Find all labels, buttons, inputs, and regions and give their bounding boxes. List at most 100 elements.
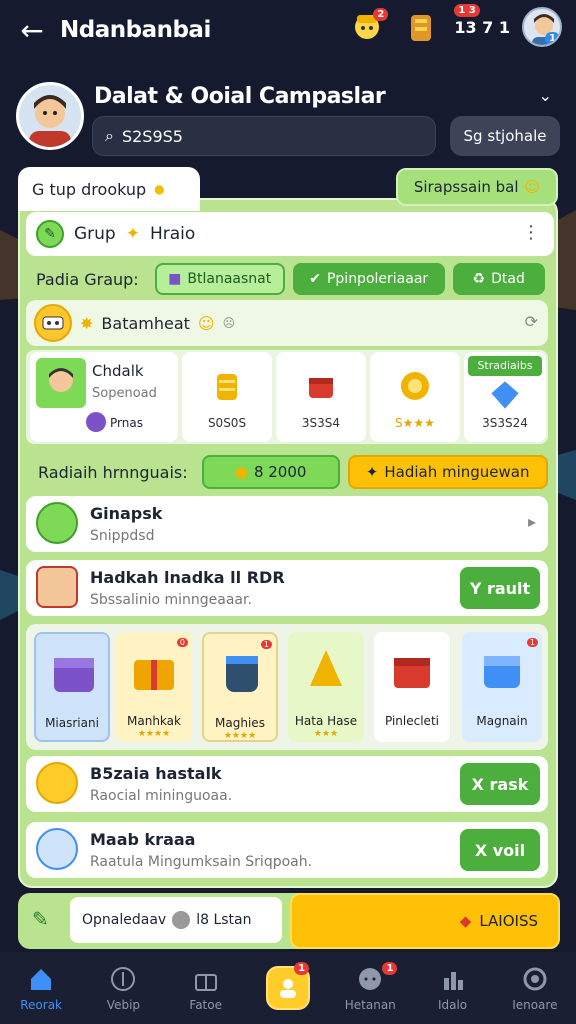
product-card-5[interactable]: Stradiaibs 3S3S24 <box>464 352 546 442</box>
nav-label: Hetanan <box>344 998 396 1012</box>
product-tag: Prnas <box>110 416 143 430</box>
item-subtitle: Snippdsd <box>90 528 155 544</box>
chevron-down-icon[interactable]: ⌄ <box>539 86 552 105</box>
play-icon[interactable]: ▸ <box>528 512 536 531</box>
nav-item-center[interactable]: 1 <box>247 952 329 1024</box>
nav-item-chat[interactable]: 1 Hetanan <box>329 952 411 1024</box>
list-item[interactable]: Ginapsk Snippdsd ▸ <box>26 496 548 552</box>
nav-item-explore[interactable]: Vebip <box>82 952 164 1024</box>
gift-badge: 1 <box>526 638 538 647</box>
search-value: S2S9S5 <box>121 126 183 146</box>
product-badge: Stradiaibs <box>468 356 542 376</box>
product-value: 3S3S24 <box>482 416 528 430</box>
refresh-icon: ♻ <box>472 271 486 287</box>
gift-card[interactable]: Pinlecleti <box>374 632 450 742</box>
pencil-icon[interactable]: ✎ <box>32 907 49 931</box>
gift-card[interactable]: Hata Hase ★★★ <box>288 632 364 742</box>
search-button[interactable]: Sg stjohale <box>450 116 560 156</box>
gift-icon: ✦ <box>365 463 379 481</box>
coin-icon: ● <box>234 463 248 481</box>
chart-icon <box>438 964 468 994</box>
reward-amount-value: 8 2000 <box>253 463 307 481</box>
nav-badge: 1 <box>294 962 310 975</box>
item-action-button[interactable]: X rask <box>460 763 540 805</box>
product-card-3[interactable]: 3S3S4 <box>276 352 366 442</box>
coin-stack-icon[interactable] <box>400 6 442 48</box>
mascot-badge: 2 <box>373 8 389 21</box>
sparkle-icon: ✸ <box>80 313 94 333</box>
more-options-icon[interactable]: ⋮ <box>522 222 540 243</box>
campaign-header: Dalat & Ooial Campaslar ⌄ ⌕ S2S9S5 Sg st… <box>16 78 562 162</box>
reward-row: Radiaih hrnnguais: ● 8 2000 ✦ Hadiah min… <box>26 452 548 492</box>
gift-icon <box>191 964 221 994</box>
avatar-small-icon <box>172 911 191 929</box>
tab-sponsor[interactable]: Sirapssain bal ☺ <box>396 168 558 206</box>
coin-count-value: 13 7 1 <box>454 17 510 37</box>
gift-card[interactable]: 1 Magnain <box>462 632 542 742</box>
gift-card[interactable]: 0 Manhkak ★★★★ <box>116 632 192 742</box>
campaign-icon <box>34 304 72 342</box>
nav-item-home[interactable]: Reorak <box>0 952 82 1024</box>
reward-amount: ● 8 2000 <box>201 455 340 489</box>
tag-icon: ■ <box>168 271 182 287</box>
gift-strip: Miasriani 0 Manhkak ★★★★ 1 Maghies ★★★★ … <box>26 624 548 750</box>
gift-label: Hata Hase <box>294 714 358 728</box>
share-icon[interactable]: ⟳ <box>525 312 538 331</box>
product-card-2[interactable]: S0S0S <box>182 352 272 442</box>
settings-icon <box>520 964 550 994</box>
leaf-icon: ✎ <box>36 220 64 248</box>
nav-item-gifts[interactable]: Fatoe <box>165 952 247 1024</box>
group-label2: Hraio <box>149 224 196 244</box>
nav-item-settings[interactable]: Ienoare <box>494 952 576 1024</box>
item-title: Ginapsk <box>90 504 163 523</box>
product-value: S0S0S <box>207 416 247 430</box>
user-avatar[interactable] <box>16 82 84 150</box>
gift-label: Miasriani <box>45 716 99 730</box>
campaign-row[interactable]: ✸ Batamheat ☺ ☹ ⟳ <box>26 300 548 346</box>
nav-item-stats[interactable]: Idalo <box>411 952 493 1024</box>
list-item[interactable]: B5zaia hastalk Raocial mininguoaa. X ras… <box>26 756 548 812</box>
product-value: 3S3S4 <box>301 416 341 430</box>
smile-icon-2: ☺ <box>197 313 215 333</box>
mini-avatars-icon <box>86 412 106 432</box>
item-action-button[interactable]: X voil <box>460 829 540 871</box>
top-bar: ← Ndanbanbai 2 1 3 13 7 1 1 <box>0 0 576 60</box>
product-avatar <box>36 358 86 408</box>
filter-pill-3[interactable]: ♻ Dtad <box>452 263 545 295</box>
product-strip: Chdalk Sopenoad Prnas S0S0S 3S3S4 S★★★ S… <box>26 350 548 444</box>
list-item[interactable]: Maab kraaa Raatula Mingumksain Sriqpoah.… <box>26 822 548 878</box>
filter-pill-2[interactable]: ✔ Ppinpoleriaaar <box>292 263 445 295</box>
nav-badge: 1 <box>382 962 398 975</box>
back-button[interactable]: ← <box>12 10 52 50</box>
item-title: Hadkah lnadka ll RDR <box>90 568 285 587</box>
chat-input[interactable]: Opnaledaav l8 Lstan <box>70 897 282 943</box>
product-card-1[interactable]: Chdalk Sopenoad Prnas <box>30 352 178 442</box>
chat-label: Opnaledaav <box>82 912 167 928</box>
item-action-button[interactable]: Y rault <box>460 567 540 609</box>
product-name: Chdalk <box>92 362 144 380</box>
gift-label: Magnain <box>476 714 528 728</box>
tab-label: G tup drookup <box>32 179 147 199</box>
gift-stars: ★★★★ <box>137 729 171 739</box>
filter-pill-3-label: Dtad <box>491 271 525 287</box>
gift-card[interactable]: Miasriani <box>34 632 110 742</box>
list-item[interactable]: Hadkah lnadka ll RDR Sbssalinio minngeaa… <box>26 560 548 616</box>
filter-pill-1[interactable]: ■ Btlanaasnat <box>154 263 285 295</box>
product-card-4[interactable]: S★★★ <box>370 352 460 442</box>
nav-label: Ienoare <box>512 998 558 1012</box>
home-icon <box>26 964 56 994</box>
gift-card[interactable]: 1 Maghies ★★★★ <box>202 632 278 742</box>
folder-icon: ✦ <box>125 224 140 244</box>
primary-cta-button[interactable]: ◆ LAIOISS <box>290 893 560 949</box>
tab-group-lookup[interactable]: G tup drookup ● <box>18 167 200 211</box>
profile-avatar[interactable]: 1 <box>522 7 562 47</box>
reward-button[interactable]: ✦ Hadiah minguewan <box>347 455 548 489</box>
item-title: B5zaia hastalk <box>90 764 222 783</box>
search-input[interactable]: ⌕ S2S9S5 <box>92 116 436 156</box>
filter-pill-1-label: Btlanaasnat <box>187 271 272 287</box>
group-row[interactable]: ✎ Grup ✦ Hraio ⋮ <box>26 212 554 256</box>
mascot-icon[interactable]: 2 <box>346 6 389 48</box>
group-label: Grup <box>74 224 116 244</box>
gift-label: Manhkak <box>127 714 181 728</box>
compass-icon <box>108 964 138 994</box>
